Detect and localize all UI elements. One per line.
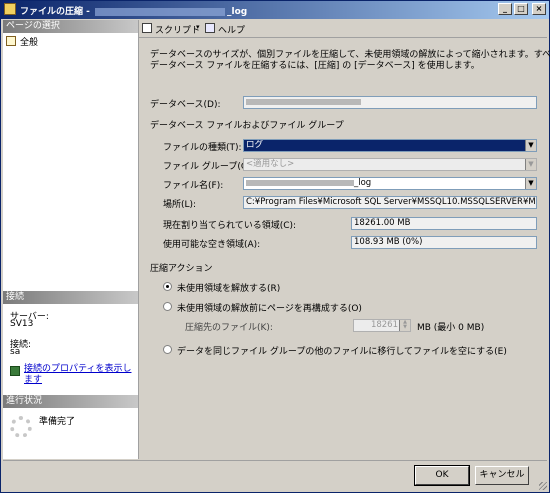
page-select-header: ページの選択 bbox=[3, 20, 138, 33]
maximize-button[interactable]: □ bbox=[514, 3, 528, 15]
title-bar[interactable]: ファイルの圧縮 - _log _ □ × bbox=[1, 1, 549, 19]
minimize-button[interactable]: _ bbox=[498, 3, 512, 15]
help-label: ヘルプ bbox=[218, 26, 246, 36]
file-type-value: ログ bbox=[246, 140, 264, 150]
main-panel: スクリプト ▾ ヘルプ データベースのサイズが、個別ファイルを圧縮して、未使用領… bbox=[139, 20, 550, 459]
filegroup-label: ファイル グループ(G): bbox=[163, 162, 255, 172]
release-unused-radio[interactable] bbox=[163, 282, 172, 291]
file-type-label: ファイルの種類(T): bbox=[163, 143, 242, 153]
shrink-action-label: 圧縮アクション bbox=[150, 264, 213, 274]
empty-file-option[interactable]: データを同じファイル グループの他のファイルに移行してファイルを空にする(E) bbox=[163, 344, 507, 357]
page-item-label: 全般 bbox=[20, 38, 39, 48]
shrink-file-dialog: ファイルの圧縮 - _log _ □ × ページの選択 全般 接続 サーバー: … bbox=[0, 0, 550, 493]
file-name-label: ファイル名(F): bbox=[163, 181, 224, 191]
release-unused-label: 未使用領域を解放する(R) bbox=[177, 284, 281, 294]
location-field[interactable]: C:¥Program Files¥Microsoft SQL Server¥MS… bbox=[243, 196, 537, 209]
script-label: スクリプト bbox=[155, 26, 201, 36]
chevron-down-icon: ▼ bbox=[525, 140, 536, 151]
left-panel: ページの選択 全般 接続 サーバー: SV13 接続: sa 接続のプロパティを… bbox=[3, 20, 139, 459]
help-icon bbox=[205, 23, 215, 33]
help-button[interactable]: ヘルプ bbox=[205, 22, 246, 36]
free-space-label: 使用可能な空き領域(A): bbox=[163, 240, 261, 250]
empty-file-label: データを同じファイル グループの他のファイルに移行してファイルを空にする(E) bbox=[177, 347, 507, 357]
connection-value: sa bbox=[10, 347, 21, 357]
cancel-button[interactable]: キャンセル bbox=[475, 466, 529, 485]
file-type-select[interactable]: ログ ▼ bbox=[243, 139, 537, 152]
progress-header: 進行状況 bbox=[3, 395, 138, 408]
allocated-field: 18261.00 MB bbox=[351, 217, 537, 230]
shrink-to-label: 圧縮先のファイル(K): bbox=[185, 323, 273, 333]
shrink-to-unit: MB (最小 0 MB) bbox=[417, 323, 485, 333]
free-space-field: 108.93 MB (0%) bbox=[351, 236, 537, 249]
page-icon bbox=[6, 36, 16, 46]
reorganize-label: 未使用領域の解放前にページを再構成する(O) bbox=[177, 304, 362, 314]
close-button[interactable]: × bbox=[532, 3, 546, 15]
database-field bbox=[243, 96, 537, 109]
window-title-suffix: _log bbox=[227, 7, 248, 17]
footer-divider bbox=[3, 460, 547, 461]
location-label: 場所(L): bbox=[163, 200, 197, 210]
resize-grip[interactable] bbox=[539, 482, 547, 490]
redacted-database-name bbox=[246, 98, 361, 105]
progress-spinner-icon bbox=[10, 416, 32, 438]
files-section-label: データベース ファイルおよびファイル グループ bbox=[150, 121, 344, 131]
reorganize-option[interactable]: 未使用領域の解放前にページを再構成する(O) bbox=[163, 301, 423, 314]
page-item-general[interactable]: 全般 bbox=[6, 35, 66, 48]
window-title: ファイルの圧縮 - _log bbox=[20, 4, 247, 17]
database-label: データベース(D): bbox=[150, 100, 221, 110]
redacted-database-name bbox=[95, 7, 226, 16]
stepper-arrows-icon[interactable]: ▲ ▼ bbox=[399, 320, 410, 331]
chevron-down-icon: ▼ bbox=[525, 159, 536, 170]
database-icon bbox=[4, 3, 16, 15]
empty-file-radio[interactable] bbox=[163, 345, 172, 354]
script-button[interactable]: スクリプト ▾ bbox=[142, 22, 204, 36]
server-value: SV13 bbox=[10, 319, 34, 329]
filegroup-select[interactable]: <適用なし> ▼ bbox=[243, 158, 537, 171]
chevron-down-icon: ▾ bbox=[196, 23, 200, 31]
toolbar: スクリプト ▾ ヘルプ bbox=[139, 20, 547, 38]
connection-properties-link[interactable]: 接続のプロパティを表示します bbox=[10, 364, 135, 386]
file-name-select[interactable]: _log ▼ bbox=[243, 177, 537, 190]
reorganize-radio[interactable] bbox=[163, 302, 172, 311]
properties-icon bbox=[10, 366, 20, 376]
window-title-prefix: ファイルの圧縮 - bbox=[20, 7, 94, 17]
ok-button[interactable]: OK bbox=[414, 465, 470, 486]
progress-status: 準備完了 bbox=[39, 417, 76, 427]
allocated-label: 現在割り当てられている領域(C): bbox=[163, 221, 297, 231]
chevron-down-icon: ▼ bbox=[525, 178, 536, 189]
file-name-suffix: _log bbox=[354, 178, 372, 188]
filegroup-value: <適用なし> bbox=[246, 159, 295, 169]
description-line-2: データベース ファイルを圧縮するには、[圧縮] の [データベース] を使用しま… bbox=[150, 61, 480, 71]
connection-properties-link-text: 接続のプロパティを表示します bbox=[24, 364, 132, 385]
script-icon bbox=[142, 23, 152, 33]
shrink-to-stepper[interactable]: 18261 ▲ ▼ bbox=[353, 319, 411, 332]
connection-header: 接続 bbox=[3, 291, 138, 304]
release-unused-option[interactable]: 未使用領域を解放する(R) bbox=[163, 281, 363, 294]
redacted-file-name bbox=[246, 179, 354, 186]
shrink-to-value: 18261 bbox=[370, 320, 398, 330]
